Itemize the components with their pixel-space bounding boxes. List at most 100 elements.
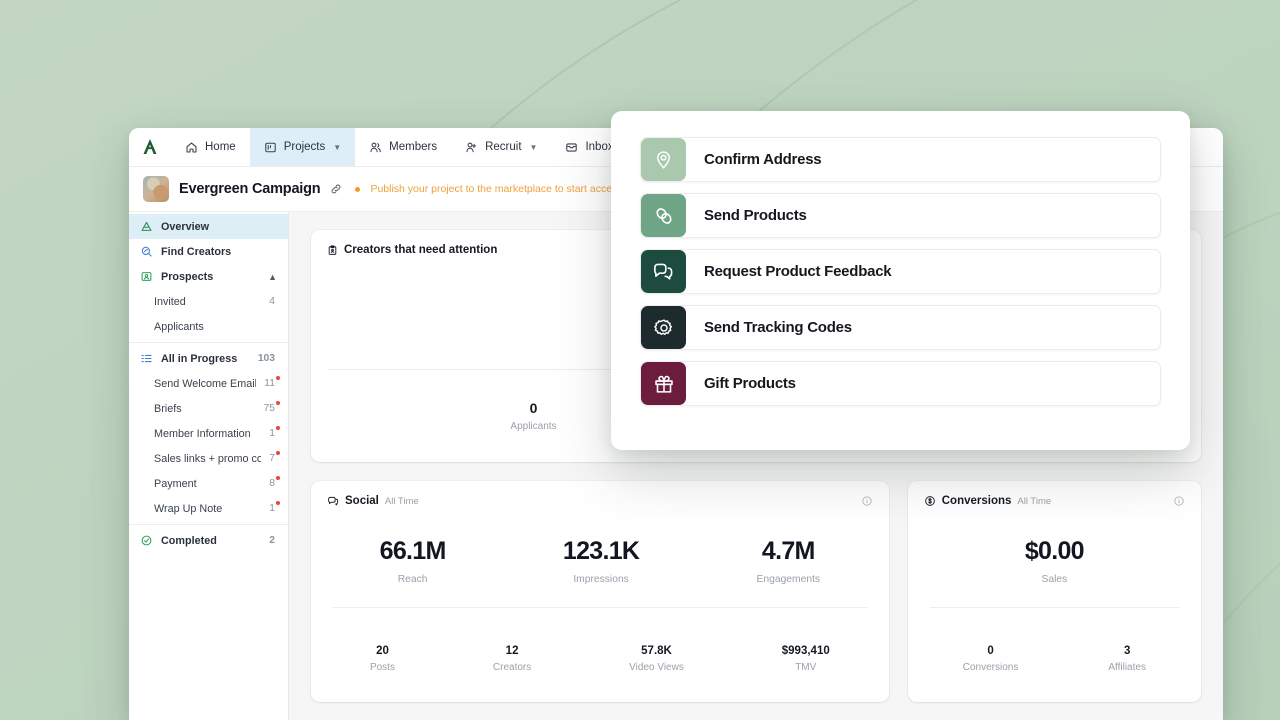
stat-impressions-label: Impressions bbox=[563, 574, 639, 585]
status-dot bbox=[355, 187, 360, 192]
sidebar-item-sales-links-count: 7 bbox=[269, 453, 277, 464]
sidebar-item-member-information[interactable]: Member Information 1 bbox=[129, 421, 288, 446]
sidebar-divider bbox=[129, 524, 288, 525]
action-gift-products[interactable]: Gift Products bbox=[640, 361, 1161, 406]
sidebar-item-payment-count: 8 bbox=[269, 478, 277, 489]
stat-conversions: 0 Conversions bbox=[963, 645, 1019, 673]
sidebar-item-wrap-up-note-label: Wrap Up Note bbox=[154, 503, 222, 515]
sidebar-item-overview[interactable]: Overview bbox=[129, 214, 288, 239]
gear-burst-icon-wrap bbox=[641, 306, 686, 349]
metrics-row: Social All Time 66.1M Reach bbox=[311, 481, 1201, 702]
sidebar-item-applicants[interactable]: Applicants bbox=[129, 314, 288, 339]
action-request-product-feedback-label: Request Product Feedback bbox=[686, 250, 891, 293]
completed-icon bbox=[140, 534, 153, 547]
social-card-period: All Time bbox=[385, 496, 419, 507]
stat-engagements: 4.7M Engagements bbox=[757, 537, 821, 585]
sidebar-item-send-welcome-email-label: Send Welcome Email bbox=[154, 378, 256, 390]
stat-posts: 20 Posts bbox=[370, 645, 395, 673]
social-card-header: Social All Time bbox=[311, 481, 889, 507]
stat-reach-label: Reach bbox=[380, 574, 446, 585]
quick-actions-modal: Confirm Address Send Products Request Pr… bbox=[611, 111, 1190, 450]
sidebar-item-overview-label: Overview bbox=[161, 221, 277, 233]
stat-posts-label: Posts bbox=[370, 662, 395, 673]
sidebar-item-briefs[interactable]: Briefs 75 bbox=[129, 396, 288, 421]
gift-icon-wrap bbox=[641, 362, 686, 405]
action-confirm-address-label: Confirm Address bbox=[686, 138, 821, 181]
info-icon[interactable] bbox=[1173, 495, 1185, 507]
conversions-secondary-stats: 0 Conversions 3 Affiliates bbox=[908, 608, 1201, 702]
stat-creators: 12 Creators bbox=[493, 645, 531, 673]
adidas-triangle-logo-icon bbox=[140, 137, 160, 157]
nav-tab-recruit[interactable]: Recruit ▼ bbox=[451, 128, 551, 166]
nav-tab-projects[interactable]: Projects ▼ bbox=[250, 128, 355, 166]
nav-tab-members-label: Members bbox=[389, 141, 437, 153]
nav-tab-projects-label: Projects bbox=[284, 141, 326, 153]
sidebar-item-wrap-up-note-count: 1 bbox=[269, 503, 277, 514]
conversions-card-title: Conversions bbox=[942, 495, 1012, 507]
sidebar-item-payment[interactable]: Payment 8 bbox=[129, 471, 288, 496]
sidebar-item-completed-count: 2 bbox=[269, 535, 277, 546]
sidebar-divider bbox=[129, 342, 288, 343]
action-send-tracking-codes[interactable]: Send Tracking Codes bbox=[640, 305, 1161, 350]
sidebar-item-all-in-progress[interactable]: All in Progress 103 bbox=[129, 346, 288, 371]
action-confirm-address[interactable]: Confirm Address bbox=[640, 137, 1161, 182]
stat-reach-value: 66.1M bbox=[380, 537, 446, 566]
social-secondary-stats: 20 Posts 12 Creators 57.8K Video Views bbox=[311, 608, 889, 702]
sidebar-item-send-welcome-email[interactable]: Send Welcome Email 11 bbox=[129, 371, 288, 396]
sidebar-item-all-in-progress-label: All in Progress bbox=[161, 353, 250, 365]
sidebar-item-wrap-up-note[interactable]: Wrap Up Note 1 bbox=[129, 496, 288, 521]
dollar-circle-icon bbox=[924, 495, 936, 507]
social-primary-stats: 66.1M Reach 123.1K Impressions 4.7M Enga… bbox=[311, 507, 889, 607]
sidebar-item-sales-links-label: Sales links + promo codes bbox=[154, 453, 261, 465]
stat-sales: $0.00 Sales bbox=[1025, 537, 1084, 585]
stat-reach: 66.1M Reach bbox=[380, 537, 446, 585]
chevron-up-icon[interactable]: ▲ bbox=[268, 272, 277, 282]
stat-conversions-label: Conversions bbox=[963, 662, 1019, 673]
inbox-icon bbox=[565, 141, 578, 154]
info-icon[interactable] bbox=[861, 495, 873, 507]
sidebar-item-member-information-label: Member Information bbox=[154, 428, 251, 440]
link-icon[interactable] bbox=[330, 183, 342, 195]
sidebar-item-applicants-label: Applicants bbox=[154, 321, 204, 333]
page-title: Evergreen Campaign bbox=[179, 181, 320, 197]
social-card: Social All Time 66.1M Reach bbox=[311, 481, 889, 702]
nav-tab-home[interactable]: Home bbox=[171, 128, 250, 166]
sidebar-item-prospects[interactable]: Prospects ▲ bbox=[129, 264, 288, 289]
stat-impressions: 123.1K Impressions bbox=[563, 537, 639, 585]
sidebar-item-invited-label: Invited bbox=[154, 296, 186, 308]
sidebar-item-find-creators[interactable]: Find Creators bbox=[129, 239, 288, 264]
app-logo[interactable] bbox=[129, 128, 171, 166]
stat-tmv-value: $993,410 bbox=[782, 645, 830, 657]
chat-bubbles-icon-wrap bbox=[641, 250, 686, 293]
chevron-down-icon: ▼ bbox=[530, 143, 538, 152]
overview-icon bbox=[140, 220, 153, 233]
chain-link-icon-wrap bbox=[641, 194, 686, 237]
stat-affiliates-value: 3 bbox=[1108, 645, 1146, 657]
nav-tab-home-label: Home bbox=[205, 141, 236, 153]
action-send-products[interactable]: Send Products bbox=[640, 193, 1161, 238]
stat-sales-label: Sales bbox=[1025, 574, 1084, 585]
stat-affiliates-label: Affiliates bbox=[1108, 662, 1146, 673]
stat-engagements-label: Engagements bbox=[757, 574, 821, 585]
nav-tab-members[interactable]: Members bbox=[355, 128, 451, 166]
sidebar-item-invited[interactable]: Invited 4 bbox=[129, 289, 288, 314]
stat-impressions-value: 123.1K bbox=[563, 537, 639, 566]
stat-posts-value: 20 bbox=[370, 645, 395, 657]
sidebar-item-completed-label: Completed bbox=[161, 535, 261, 547]
all-in-progress-icon bbox=[140, 352, 153, 365]
stat-creators-label: Creators bbox=[493, 662, 531, 673]
find-creators-icon bbox=[140, 245, 153, 258]
chain-link-icon bbox=[653, 205, 675, 227]
conversions-card-period: All Time bbox=[1017, 496, 1051, 507]
conversions-card: Conversions All Time $0.00 Sales bbox=[908, 481, 1201, 702]
nav-tab-inbox-label: Inbox bbox=[585, 141, 613, 153]
conversions-card-header: Conversions All Time bbox=[908, 481, 1201, 507]
projects-icon bbox=[264, 141, 277, 154]
chat-bubbles-icon bbox=[652, 260, 675, 283]
sidebar-item-invited-count: 4 bbox=[269, 296, 277, 307]
stat-tmv-label: TMV bbox=[782, 662, 830, 673]
sidebar-item-completed[interactable]: Completed 2 bbox=[129, 528, 288, 553]
action-request-product-feedback[interactable]: Request Product Feedback bbox=[640, 249, 1161, 294]
sidebar-item-sales-links[interactable]: Sales links + promo codes 7 bbox=[129, 446, 288, 471]
social-card-title: Social bbox=[345, 495, 379, 507]
